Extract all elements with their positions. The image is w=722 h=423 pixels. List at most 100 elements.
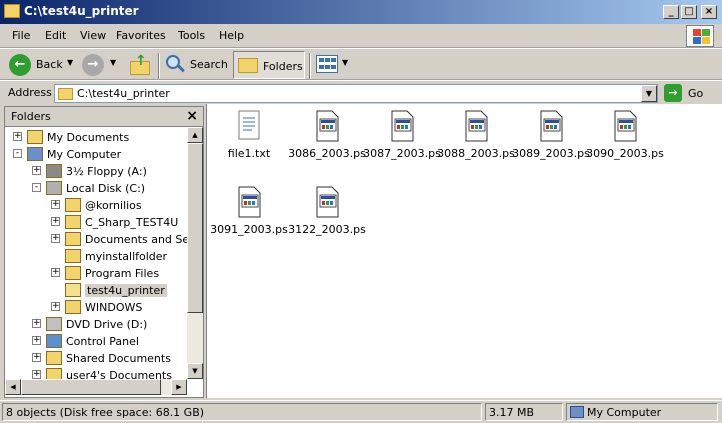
scroll-down-icon[interactable]: ▼: [187, 363, 203, 379]
close-icon[interactable]: ×: [186, 108, 198, 124]
minimize-button[interactable]: _: [663, 5, 679, 19]
tree-item[interactable]: myinstallfolder: [5, 248, 185, 265]
ps-file-icon: [389, 110, 415, 142]
tree-item-label: My Computer: [47, 148, 122, 161]
menu-edit[interactable]: Edit: [45, 29, 66, 42]
my-computer-icon: [27, 147, 43, 161]
status-location: My Computer: [566, 403, 718, 421]
expand-icon[interactable]: +: [13, 132, 22, 141]
floppy-icon: [46, 164, 62, 178]
scroll-left-icon[interactable]: ◀: [5, 379, 21, 395]
back-dropdown-icon[interactable]: ▼: [67, 58, 73, 67]
menu-view[interactable]: View: [80, 29, 106, 42]
horizontal-scrollbar[interactable]: ◀ ▶: [5, 379, 187, 395]
file-item[interactable]: 3086_2003.ps: [288, 106, 366, 176]
folders-button[interactable]: Folders: [233, 51, 305, 79]
tree-item[interactable]: + Program Files: [5, 265, 185, 282]
tree-item[interactable]: + Documents and Setti: [5, 231, 201, 248]
close-button[interactable]: ×: [701, 5, 717, 19]
search-icon[interactable]: [165, 54, 187, 76]
file-item[interactable]: file1.txt: [210, 106, 288, 176]
forward-dropdown-icon[interactable]: ▼: [110, 58, 116, 67]
ps-file-icon: [538, 110, 564, 142]
scroll-up-icon[interactable]: ▲: [187, 127, 203, 143]
folder-icon: [65, 232, 81, 246]
folder-icon: [65, 215, 81, 229]
tree-item[interactable]: + Control Panel: [5, 333, 185, 350]
tree-item[interactable]: + WINDOWS: [5, 299, 185, 316]
maximize-button[interactable]: □: [681, 5, 697, 19]
tree-item[interactable]: + @kornilios: [5, 197, 185, 214]
tree-item[interactable]: - My Computer: [5, 146, 185, 163]
go-button[interactable]: → Go: [664, 84, 718, 103]
menu-bar: File Edit View Favorites Tools Help: [0, 24, 722, 48]
file-item[interactable]: 3090_2003.ps: [586, 106, 664, 176]
menu-help[interactable]: Help: [219, 29, 244, 42]
toolbar-separator: [309, 53, 311, 79]
tree-item[interactable]: - Local Disk (C:): [5, 180, 185, 197]
tree-item[interactable]: + C_Sharp_TEST4U: [5, 214, 185, 231]
folders-pane: Folders × + My Documents - My Computer +3½ F…: [4, 106, 204, 398]
expand-icon[interactable]: +: [32, 319, 41, 328]
expand-icon[interactable]: +: [32, 166, 41, 175]
tree-item-label: Control Panel: [66, 335, 139, 348]
views-icon[interactable]: [316, 55, 338, 73]
tree-item-label: test4u_printer: [85, 284, 167, 297]
tree-item[interactable]: test4u_printer: [5, 282, 185, 299]
file-item[interactable]: 3122_2003.ps: [288, 182, 366, 252]
address-dropdown-icon[interactable]: ▼: [641, 85, 657, 102]
expand-icon[interactable]: +: [32, 336, 41, 345]
search-button[interactable]: Search: [190, 58, 228, 71]
expand-icon[interactable]: +: [32, 353, 41, 362]
tree-item-label: My Documents: [47, 131, 130, 144]
file-item[interactable]: 3088_2003.ps: [437, 106, 515, 176]
status-bar: 8 objects (Disk free space: 68.1 GB) 3.1…: [0, 400, 722, 423]
file-name: 3088_2003.ps: [437, 147, 515, 160]
back-button[interactable]: Back: [36, 58, 63, 71]
back-arrow-icon[interactable]: ←: [9, 54, 31, 76]
folder-icon: [65, 300, 81, 314]
tree-item[interactable]: + Shared Documents: [5, 350, 185, 367]
tree-item[interactable]: + My Documents: [5, 129, 185, 146]
windows-logo-icon: [686, 25, 714, 47]
vertical-scrollbar[interactable]: ▲ ▼: [187, 127, 203, 379]
ps-file-icon: [463, 110, 489, 142]
tree-item[interactable]: +3½ Floppy (A:): [5, 163, 185, 180]
expand-icon[interactable]: +: [51, 200, 60, 209]
tree-item-label: Local Disk (C:): [66, 182, 146, 195]
scroll-thumb[interactable]: [187, 143, 203, 313]
expand-icon[interactable]: +: [32, 370, 41, 379]
ps-file-icon: [612, 110, 638, 142]
menu-tools[interactable]: Tools: [178, 29, 205, 42]
address-value: C:\test4u_printer: [77, 87, 170, 100]
expand-icon[interactable]: +: [51, 268, 60, 277]
folder-icon: [4, 4, 20, 18]
expand-icon[interactable]: +: [51, 217, 60, 226]
menu-favorites[interactable]: Favorites: [116, 29, 166, 42]
folder-icon: [65, 198, 81, 212]
forward-button[interactable]: →: [82, 54, 104, 76]
menu-file[interactable]: File: [12, 29, 30, 42]
address-input[interactable]: C:\test4u_printer ▼: [54, 84, 658, 103]
tree-item-label: @kornilios: [85, 199, 142, 212]
views-dropdown-icon[interactable]: ▼: [342, 58, 348, 67]
title-bar: C:\test4u_printer _ □ ×: [0, 0, 722, 24]
collapse-icon[interactable]: -: [32, 183, 41, 192]
collapse-icon[interactable]: -: [13, 149, 22, 158]
control-panel-icon: [46, 334, 62, 348]
file-list-pane: file1.txt 3086_2003.ps 3087_2003.ps 3088_20…: [206, 104, 722, 398]
file-item[interactable]: 3091_2003.ps: [210, 182, 288, 252]
up-folder-button[interactable]: ↑: [128, 53, 152, 77]
file-name: 3089_2003.ps: [512, 147, 590, 160]
ps-file-icon: [314, 186, 340, 218]
folder-icon: [65, 266, 81, 280]
file-item[interactable]: 3087_2003.ps: [363, 106, 441, 176]
expand-icon[interactable]: +: [51, 234, 60, 243]
folders-button-label: Folders: [263, 60, 303, 73]
scroll-right-icon[interactable]: ▶: [171, 379, 187, 395]
tree-item[interactable]: + DVD Drive (D:): [5, 316, 185, 333]
tree-item-label: 3½ Floppy (A:): [66, 165, 147, 178]
scroll-thumb[interactable]: [21, 379, 161, 395]
expand-icon[interactable]: +: [51, 302, 60, 311]
file-item[interactable]: 3089_2003.ps: [512, 106, 590, 176]
